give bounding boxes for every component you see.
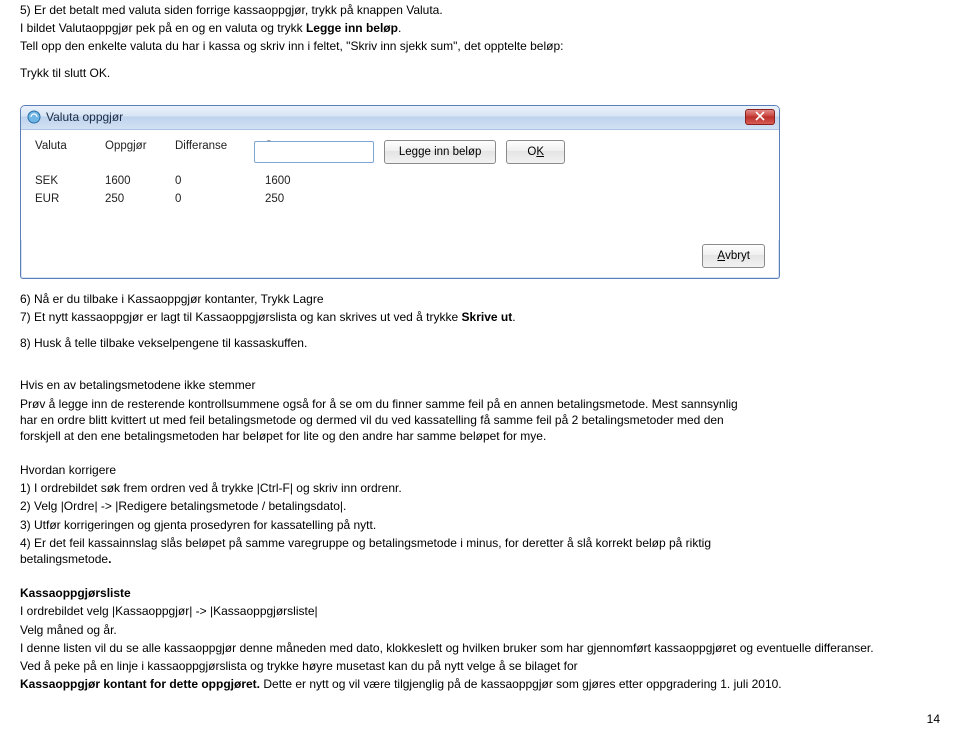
table-row[interactable]: EUR 250 0 250 bbox=[35, 190, 765, 208]
correct-step-4: 4) Er det feil kassainnslag slås beløpet… bbox=[20, 535, 750, 567]
col-differanse: Differanse bbox=[175, 140, 265, 152]
list-line-3: I denne listen vil du se alle kassaoppgj… bbox=[20, 640, 900, 656]
correct-step-3: 3) Utfør korrigeringen og gjenta prosedy… bbox=[20, 517, 940, 533]
list-line-1: I ordrebildet velg |Kassaoppgjør| -> |Ka… bbox=[20, 603, 940, 619]
intro-line-1: 5) Er det betalt med valuta siden forrig… bbox=[20, 2, 940, 18]
mismatch-heading: Hvis en av betalingsmetodene ikke stemme… bbox=[20, 377, 940, 393]
close-button[interactable] bbox=[745, 109, 775, 125]
list-heading: Kassaoppgjørsliste bbox=[20, 585, 940, 601]
correct-step-1: 1) I ordrebildet søk frem ordren ved å t… bbox=[20, 480, 940, 496]
belop-input[interactable] bbox=[254, 141, 374, 163]
correct-heading: Hvordan korrigere bbox=[20, 462, 940, 478]
ok-button[interactable]: OK bbox=[506, 140, 565, 164]
avbryt-button[interactable]: Avbryt bbox=[702, 244, 765, 268]
list-line-5: Kassaoppgjør kontant for dette oppgjøret… bbox=[20, 676, 940, 692]
close-icon bbox=[755, 111, 765, 124]
legge-inn-belop-button[interactable]: Legge inn beløp bbox=[384, 140, 496, 164]
valuta-oppgjor-dialog: Valuta oppgjør Valuta Oppgjør Differanse… bbox=[20, 105, 780, 279]
table-row[interactable]: SEK 1600 0 1600 bbox=[35, 172, 765, 190]
intro-line-2: I bildet Valutaoppgjør pek på en og en v… bbox=[20, 20, 940, 36]
dialog-titlebar: Valuta oppgjør bbox=[21, 106, 779, 130]
step-7: 7) Et nytt kassaoppgjør er lagt til Kass… bbox=[20, 309, 940, 325]
intro-line-3: Tell opp den enkelte valuta du har i kas… bbox=[20, 38, 940, 54]
mismatch-body: Prøv å legge inn de resterende kontrolls… bbox=[20, 396, 750, 445]
dialog-title: Valuta oppgjør bbox=[46, 110, 745, 124]
intro-line-4: Trykk til slutt OK. bbox=[20, 65, 940, 81]
step-8: 8) Husk å telle tilbake vekselpengene ti… bbox=[20, 335, 940, 351]
list-line-2: Velg måned og år. bbox=[20, 622, 940, 638]
page-number: 14 bbox=[0, 704, 960, 732]
col-oppgjor: Oppgjør bbox=[105, 140, 175, 152]
correct-step-2: 2) Velg |Ordre| -> |Redigere betalingsme… bbox=[20, 498, 940, 514]
col-valuta: Valuta bbox=[35, 140, 105, 152]
list-line-4: Ved å peke på en linje i kassaoppgjørsli… bbox=[20, 658, 940, 674]
app-icon bbox=[27, 110, 41, 124]
step-6: 6) Nå er du tilbake i Kassaoppgjør konta… bbox=[20, 291, 940, 307]
